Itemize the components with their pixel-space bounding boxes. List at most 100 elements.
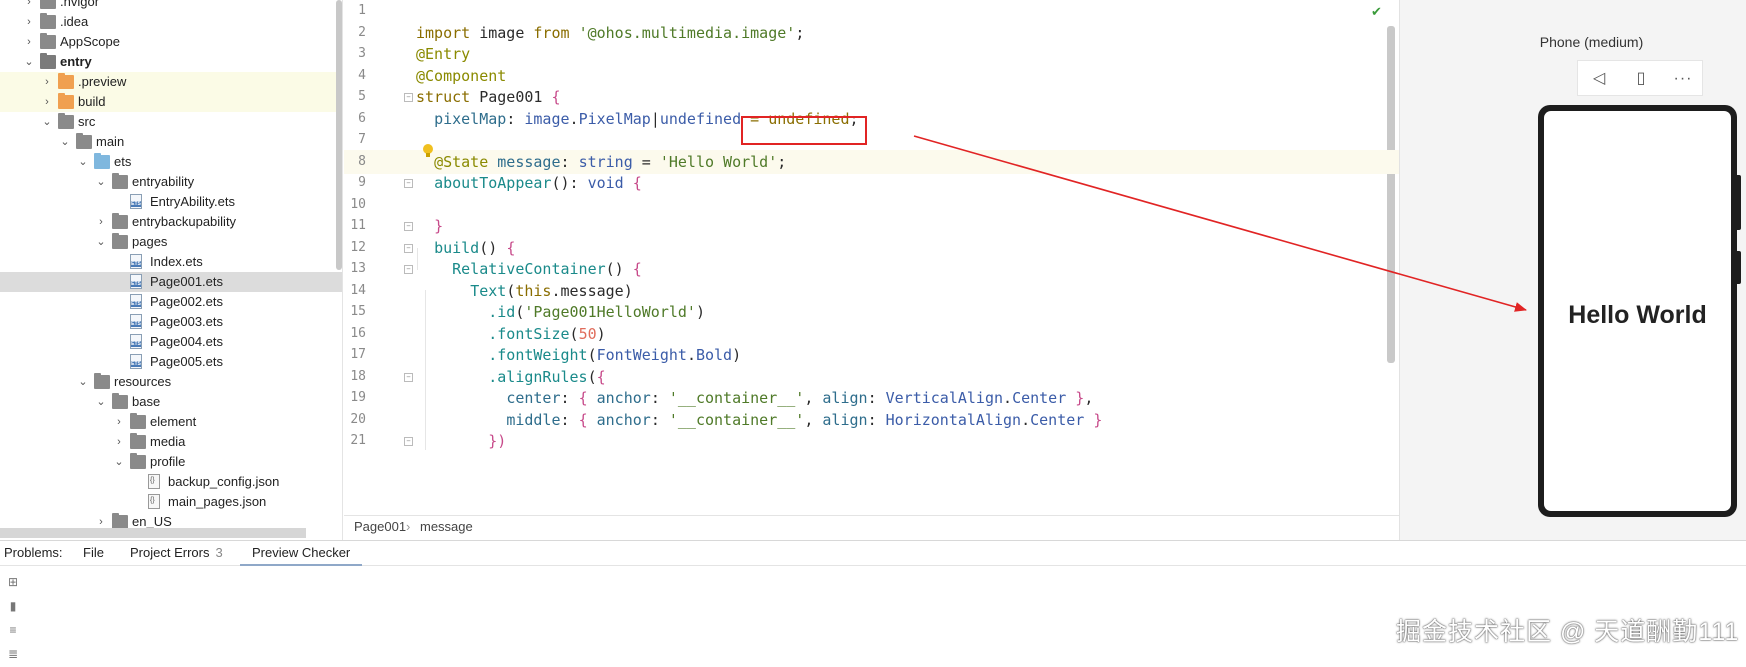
chevron-right-icon[interactable]: › bbox=[40, 73, 54, 91]
tree-item[interactable]: Index.ets bbox=[0, 252, 342, 272]
tree-item[interactable]: ⌄ main bbox=[0, 132, 342, 152]
code-line[interactable]: 3 @Entry bbox=[344, 42, 1399, 66]
tree-item[interactable]: Page001.ets bbox=[0, 272, 342, 292]
chevron-right-icon[interactable]: › bbox=[22, 13, 36, 31]
tab-file[interactable]: File bbox=[83, 545, 104, 560]
tree-item[interactable]: › entrybackupability bbox=[0, 212, 342, 232]
tree-item[interactable]: ⌄ profile bbox=[0, 452, 342, 472]
fold-toggle-icon[interactable]: − bbox=[404, 243, 413, 253]
chevron-down-icon[interactable]: ⌄ bbox=[76, 153, 90, 171]
tree-item[interactable]: Page002.ets bbox=[0, 292, 342, 312]
code-line[interactable]: 10 bbox=[344, 193, 1399, 217]
breadcrumb-file[interactable]: Page001 bbox=[354, 519, 406, 534]
code-line[interactable]: 5 struct Page001 {− bbox=[344, 85, 1399, 109]
chevron-right-icon[interactable]: › bbox=[94, 213, 108, 231]
chevron-right-icon[interactable]: › bbox=[22, 0, 36, 11]
project-tree: › .hvigor › .idea › AppScope ⌄ entry › .preview › b… bbox=[0, 0, 343, 540]
align-icon[interactable]: ≡ bbox=[6, 623, 20, 637]
previewer-panel: Phone (medium) ◁ ▯ ··· Hello World bbox=[1399, 0, 1746, 540]
chevron-down-icon[interactable]: ⌄ bbox=[40, 113, 54, 131]
code-line[interactable]: 11 } − bbox=[344, 214, 1399, 238]
code-line[interactable]: 6 pixelMap: image.PixelMap|undefined = u… bbox=[344, 107, 1399, 131]
tree-item[interactable]: ⌄ resources bbox=[0, 372, 342, 392]
code-line[interactable]: 17 .fontWeight(FontWeight.Bold) bbox=[344, 343, 1399, 367]
code-line[interactable]: 18 .alignRules({− bbox=[344, 365, 1399, 389]
fold-toggle-icon[interactable]: − bbox=[404, 437, 413, 446]
tree-item[interactable]: ⌄ entry bbox=[0, 52, 342, 72]
tab-project-errors[interactable]: Project Errors 3 bbox=[130, 545, 223, 560]
chevron-down-icon[interactable]: ⌄ bbox=[94, 393, 108, 411]
tree-item[interactable]: ⌄ entryability bbox=[0, 172, 342, 192]
tree-item[interactable]: › .hvigor bbox=[0, 0, 342, 12]
folder-icon bbox=[58, 113, 74, 129]
tree-item[interactable]: Page005.ets bbox=[0, 352, 342, 372]
fold-toggle-icon[interactable]: − bbox=[404, 265, 413, 274]
tree-item[interactable]: ⌄ pages bbox=[0, 232, 342, 252]
tree-item[interactable]: Page003.ets bbox=[0, 312, 342, 332]
code-editor[interactable]: ✔ 1 2 import image from '@ohos.multimedia.… bbox=[344, 0, 1399, 515]
tree-item[interactable]: ⌄ ets bbox=[0, 152, 342, 172]
chevron-right-icon[interactable]: › bbox=[22, 33, 36, 51]
back-triangle-icon[interactable]: ◁ bbox=[1578, 61, 1620, 97]
code-line[interactable]: 14 Text(this.message) bbox=[344, 279, 1399, 303]
tree-item[interactable]: › .idea bbox=[0, 12, 342, 32]
tree-item[interactable]: backup_config.json bbox=[0, 472, 342, 492]
filter-icon[interactable]: ≣ bbox=[6, 647, 20, 661]
code-line[interactable]: 15 .id('Page001HelloWorld') bbox=[344, 300, 1399, 324]
code-line[interactable]: 20 middle: { anchor: '__container__', al… bbox=[344, 408, 1399, 432]
code-line[interactable]: 16 .fontSize(50) bbox=[344, 322, 1399, 346]
tree-item[interactable]: ⌄ base bbox=[0, 392, 342, 412]
breadcrumb-symbol[interactable]: message bbox=[420, 519, 473, 534]
tab-preview-checker[interactable]: Preview Checker bbox=[240, 545, 363, 566]
tree-item[interactable]: › build bbox=[0, 92, 342, 112]
tree-item-label: src bbox=[78, 114, 96, 129]
code-line[interactable]: 13 RelativeContainer() {− bbox=[344, 257, 1399, 281]
line-number: 10 bbox=[350, 196, 366, 212]
tree-item-label: Page003.ets bbox=[150, 314, 224, 329]
chevron-down-icon[interactable]: ⌄ bbox=[112, 453, 126, 471]
code-line[interactable]: 21 }) − bbox=[344, 429, 1399, 453]
code-line[interactable]: 9 aboutToAppear(): void {− bbox=[344, 171, 1399, 195]
chevron-down-icon[interactable]: ⌄ bbox=[22, 53, 36, 71]
tree-item[interactable]: › media bbox=[0, 432, 342, 452]
fold-toggle-icon[interactable]: − bbox=[404, 179, 413, 188]
code-line[interactable]: 4 @Component bbox=[344, 64, 1399, 88]
tree-scrollbar[interactable] bbox=[336, 0, 342, 270]
chevron-right-icon[interactable]: › bbox=[112, 413, 126, 431]
chevron-down-icon[interactable]: ⌄ bbox=[94, 173, 108, 191]
fold-toggle-icon[interactable]: − bbox=[404, 93, 413, 102]
fold-toggle-icon[interactable]: − bbox=[404, 372, 413, 382]
phone-screen[interactable]: Hello World bbox=[1544, 111, 1731, 511]
tree-item[interactable]: Page004.ets bbox=[0, 332, 342, 352]
chevron-down-icon[interactable]: ⌄ bbox=[58, 133, 72, 151]
expand-all-icon[interactable]: ⊞ bbox=[6, 575, 20, 589]
chevron-down-icon[interactable]: ⌄ bbox=[76, 373, 90, 391]
rotate-device-icon[interactable]: ▯ bbox=[1620, 61, 1662, 97]
code-line[interactable]: 8 @State message: string = 'Hello World'… bbox=[344, 149, 1399, 174]
chevron-right-icon[interactable]: › bbox=[112, 433, 126, 451]
tree-item[interactable]: main_pages.json bbox=[0, 492, 342, 512]
panel-icon[interactable]: ▮ bbox=[6, 599, 20, 613]
tree-item-label: base bbox=[132, 394, 161, 409]
lightbulb-icon[interactable] bbox=[422, 143, 434, 159]
code-text: struct Page001 { bbox=[416, 88, 561, 106]
code-line[interactable]: 19 center: { anchor: '__container__', al… bbox=[344, 386, 1399, 410]
more-icon[interactable]: ··· bbox=[1662, 61, 1704, 97]
chevron-right-icon[interactable]: › bbox=[40, 93, 54, 111]
tree-item[interactable]: EntryAbility.ets bbox=[0, 192, 342, 212]
tree-item[interactable]: › .preview bbox=[0, 72, 342, 92]
tree-horizontal-scrollbar[interactable] bbox=[0, 528, 306, 538]
tree-item-label: profile bbox=[150, 454, 186, 469]
tree-item-label: AppScope bbox=[60, 34, 120, 49]
code-line[interactable]: 7 bbox=[344, 128, 1399, 152]
code-line[interactable]: 2 import image from '@ohos.multimedia.ima… bbox=[344, 21, 1399, 45]
line-number: 4 bbox=[358, 67, 366, 83]
tree-item[interactable]: ⌄ src bbox=[0, 112, 342, 132]
fold-toggle-icon[interactable]: − bbox=[404, 222, 413, 231]
code-line[interactable]: 12 build() {− bbox=[344, 236, 1399, 260]
tree-item[interactable]: › AppScope bbox=[0, 32, 342, 52]
code-text: }) bbox=[488, 432, 507, 450]
tree-item[interactable]: › element bbox=[0, 412, 342, 432]
chevron-down-icon[interactable]: ⌄ bbox=[94, 233, 108, 251]
code-text: aboutToAppear(): void { bbox=[434, 174, 642, 192]
